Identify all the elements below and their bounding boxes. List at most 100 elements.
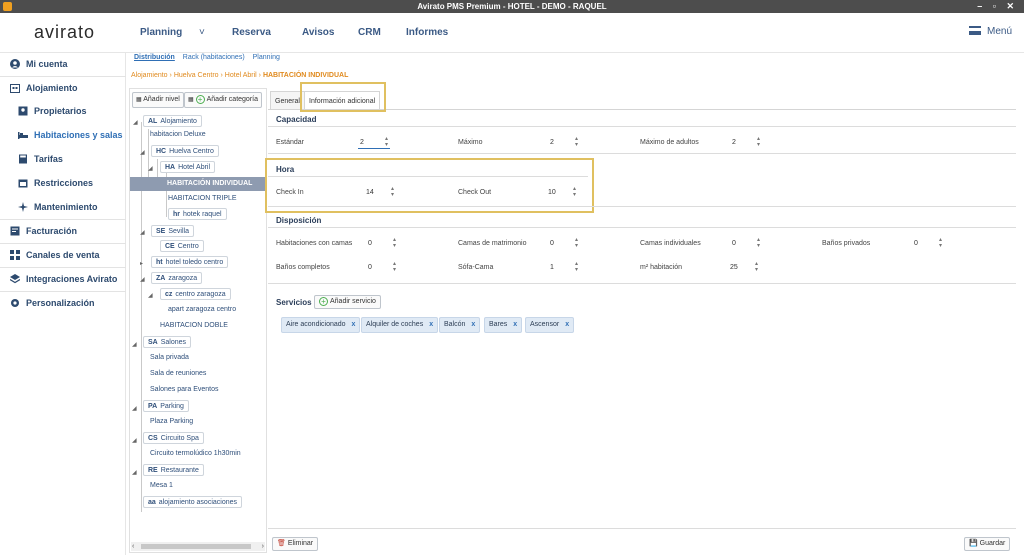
hab-camas-stepper[interactable]: 0 ▴ ▾ [366,237,398,250]
tree-node[interactable]: Sala de reuniones [150,368,206,380]
stepper-arrows-icon: ▴ ▾ [392,261,396,273]
tree-node[interactable]: SE Sevilla [151,225,194,237]
breadcrumb-item[interactable]: Alojamiento [131,72,168,79]
subtab-distribucion[interactable]: Distribución [134,54,175,61]
tree-node[interactable]: PA Parking [143,400,189,412]
tree-node[interactable]: apart zaragoza centro [168,304,236,316]
horizontal-scrollbar[interactable]: ‹ › [131,542,265,551]
delete-button[interactable]: 🗑 Eliminar [272,537,319,551]
scrollbar-thumb[interactable] [141,544,251,549]
tree-node[interactable]: CE Centro [160,240,204,252]
nav-planning[interactable]: Planning ˅ [140,27,205,38]
tree-node[interactable]: ht hotel toledo centro [151,256,229,268]
individuales-stepper[interactable]: 0 ▴ ▾ [730,237,762,250]
tree-node[interactable]: Mesa 1 [150,480,173,492]
add-service-button[interactable]: + Añadir servicio [314,295,381,309]
subtab-planning[interactable]: Planning [253,54,280,61]
sofa-cama-stepper[interactable]: 1 ▴ ▾ [548,261,580,274]
nav-reserva[interactable]: Reserva [232,27,271,38]
banos-completos-stepper[interactable]: 0 ▴ ▾ [366,261,398,274]
checkin-stepper[interactable]: 14 ▴ ▾ [364,186,396,199]
nav-crm[interactable]: CRM [358,27,381,38]
nav-avisos[interactable]: Avisos [302,27,334,38]
tree-node[interactable]: Salones para Eventos [150,384,219,396]
save-button[interactable]: 💾 Guardar [964,537,1011,551]
expand-icon[interactable]: ▸ [140,260,143,267]
tree-node[interactable]: HA Hotel Abril [160,161,216,173]
stepper-arrows-icon: ▴ ▾ [574,261,578,273]
remove-tag-icon[interactable]: x [513,321,517,328]
subtab-rack[interactable]: Rack (habitaciones) [183,54,245,61]
section-disposicion: Disposición [276,216,322,225]
label-maximo: Máximo [458,139,483,146]
collapse-icon[interactable]: ◢ [132,469,137,476]
breadcrumb-item[interactable]: Huelva Centro [174,72,219,79]
remove-tag-icon[interactable]: x [471,321,475,328]
section-hora: Hora [276,165,295,174]
checkout-stepper[interactable]: 10 ▴ ▾ [546,186,578,199]
collapse-icon[interactable]: ◢ [148,165,153,172]
service-tag: Alquiler de coches x [361,317,439,333]
main-panel: General Información adicional Capacidad … [265,82,1016,553]
banos-privados-stepper[interactable]: 0 ▴ ▾ [912,237,944,250]
sidebar-item-tarifas[interactable]: Tarifas [0,148,126,170]
remove-tag-icon[interactable]: x [565,321,569,328]
m2-stepper[interactable]: 25 ▴ ▾ [728,261,760,274]
sparkle-icon [18,202,28,212]
tree-node[interactable]: CS Circuito Spa [143,432,204,444]
tree-node[interactable]: aa alojamiento asociaciones [143,496,243,508]
label-banos-completos: Baños completos [276,264,330,271]
tree-node[interactable]: habitacion Deluxe [150,129,206,141]
tree-node[interactable]: HABITACION TRIPLE [168,193,237,205]
remove-tag-icon[interactable]: x [352,321,356,328]
tree-node[interactable]: HABITACION DOBLE [160,320,228,332]
collapse-icon[interactable]: ◢ [148,292,153,299]
tree-node[interactable]: AL Alojamiento [143,115,202,127]
sidebar-item-mi-cuenta[interactable]: Mi cuenta [0,53,126,75]
collapse-icon[interactable]: ◢ [140,149,145,156]
sidebar: Mi cuenta Alojamiento Propietarios Habit… [0,53,126,555]
tree-node[interactable]: Sala privada [150,352,189,364]
chevron-left-icon[interactable]: ‹ [132,542,134,551]
nav-informes[interactable]: Informes [406,27,448,38]
tree-node[interactable]: cz centro zaragoza [160,288,231,300]
chevron-right-icon[interactable]: › [262,542,264,551]
sidebar-item-restricciones[interactable]: Restricciones [0,172,126,194]
maximo-stepper[interactable]: 2 ▴ ▾ [548,136,580,149]
window-controls[interactable]: – ▫ ✕ [977,0,1018,13]
collapse-icon[interactable]: ◢ [140,229,145,236]
tree-node[interactable]: hr hotek raquel [168,208,227,220]
stepper-arrows-icon: ▴ ▾ [754,261,758,273]
save-icon: 💾 [969,540,978,547]
tree-node[interactable]: HC Huelva Centro [151,145,219,157]
matrimonio-stepper[interactable]: 0 ▴ ▾ [548,237,580,250]
breadcrumb-item[interactable]: Hotel Abril [225,72,257,79]
menu-button[interactable]: Menú [968,26,1012,37]
tree-node[interactable]: SA Salones [143,336,192,348]
estandar-stepper[interactable]: 2 ▴ ▾ [358,136,390,149]
sidebar-item-integraciones[interactable]: Integraciones Avirato [0,268,126,290]
sidebar-item-alojamiento[interactable]: Alojamiento [0,77,126,99]
add-level-button[interactable]: ▦ Añadir nivel [132,92,184,108]
sidebar-item-personalizacion[interactable]: Personalización [0,292,126,314]
sidebar-item-mantenimiento[interactable]: Mantenimiento [0,196,126,218]
tree-node-selected[interactable]: HABITACIÓN INDIVIDUAL [130,177,266,191]
collapse-icon[interactable]: ◢ [132,405,137,412]
sidebar-item-habitaciones[interactable]: Habitaciones y salas [0,124,126,146]
collapse-icon[interactable]: ◢ [132,341,137,348]
tree-node[interactable]: Plaza Parking [150,416,193,428]
collapse-icon[interactable]: ◢ [140,276,145,283]
tree-node[interactable]: ZA zaragoza [151,272,203,284]
remove-tag-icon[interactable]: x [429,321,433,328]
sidebar-item-propietarios[interactable]: Propietarios [0,100,126,122]
sidebar-item-canales[interactable]: Canales de venta [0,244,126,266]
tree-node[interactable]: Circuito termolúdico 1h30min [150,448,241,460]
max-adultos-stepper[interactable]: 2 ▴ ▾ [730,136,762,149]
tree-node[interactable]: RE Restaurante [143,464,204,476]
add-category-button[interactable]: ▦ + Añadir categoría [184,92,262,108]
collapse-icon[interactable]: ◢ [133,119,138,126]
sidebar-item-facturacion[interactable]: Facturación [0,220,126,242]
stepper-arrows-icon: ▴ ▾ [756,237,760,249]
section-capacidad: Capacidad [276,115,317,124]
collapse-icon[interactable]: ◢ [132,437,137,444]
